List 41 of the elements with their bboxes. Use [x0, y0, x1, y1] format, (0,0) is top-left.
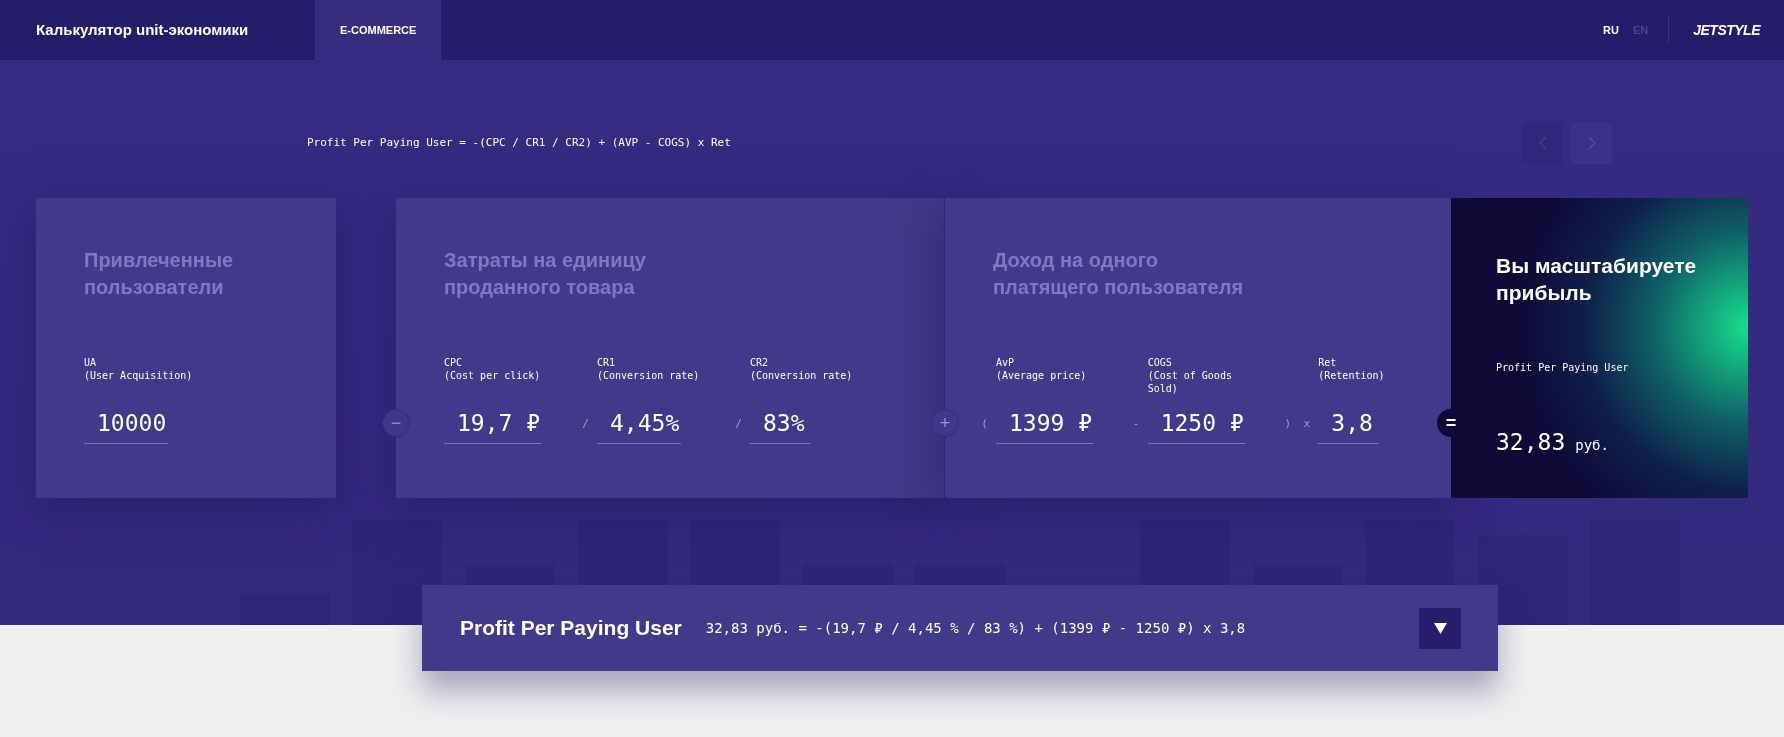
result-title: Вы масштабируете прибыль	[1495, 253, 1698, 306]
category-tab[interactable]: E-COMMERCE	[315, 0, 442, 60]
summary-formula: 32,83 руб. = -(19,7 ₽ / 4,45 % / 83 %) + (1399 ₽ - 1250 ₽) x 3,8	[705, 618, 1246, 638]
operator-sign: -	[1132, 415, 1140, 432]
next-button[interactable]	[1571, 122, 1612, 164]
input-field[interactable]: 4,45%	[597, 404, 682, 444]
operator-sign: /	[582, 415, 589, 432]
card-title: Затраты на единицу проданного товара	[443, 248, 647, 300]
triangle-down-icon	[1433, 622, 1447, 634]
app-title: Калькулятор unit-экономики	[36, 19, 249, 40]
operator-sign: )	[1284, 415, 1292, 432]
chevron-right-icon	[1587, 136, 1596, 150]
card-title: Доход на одного платящего пользователя	[992, 248, 1245, 300]
field-label: Ret (Retention)	[1318, 356, 1386, 383]
field-label: CPC (Cost per click)	[444, 356, 542, 383]
operator-sign: /	[735, 415, 742, 432]
logo[interactable]: JETSTYLE	[1693, 19, 1760, 41]
previous-button[interactable]	[1522, 122, 1563, 164]
input-field[interactable]: 10000	[84, 404, 169, 444]
input-field[interactable]: 1250 ₽	[1147, 404, 1246, 444]
field-label: COGS (Cost of Goods Sold)	[1147, 356, 1233, 396]
result-value: 32,83	[1496, 428, 1566, 457]
operator-sign: (	[981, 415, 988, 432]
operator-sign: x	[1303, 415, 1311, 432]
operator-toggle[interactable]: −	[382, 409, 410, 437]
card-title: Привлеченные пользователи	[83, 248, 235, 300]
field-label: CR1 (Conversion rate)	[597, 356, 701, 383]
field-label: CR2 (Conversion rate)	[750, 356, 854, 383]
result-unit: руб.	[1575, 436, 1609, 455]
input-field[interactable]: 19,7 ₽	[444, 404, 543, 444]
formula-text: Profit Per Paying User = -(CPC / CR1 / CR2) + (AVP - COGS) x Ret	[307, 134, 731, 151]
language-link[interactable]: RU	[1603, 21, 1619, 39]
summary-title: Profit Per Paying User	[460, 615, 682, 642]
input-field[interactable]: 3,8	[1318, 404, 1379, 444]
chevron-left-icon	[1538, 136, 1547, 150]
expand-button[interactable]	[1419, 607, 1461, 649]
result-label: Profit Per Paying User	[1495, 361, 1630, 375]
field-label: UA (User Acquisition)	[84, 356, 194, 383]
input-field[interactable]: 83%	[750, 404, 810, 444]
input-field[interactable]: 1399 ₽	[995, 404, 1095, 444]
field-label: AvP (Average price)	[995, 356, 1088, 383]
